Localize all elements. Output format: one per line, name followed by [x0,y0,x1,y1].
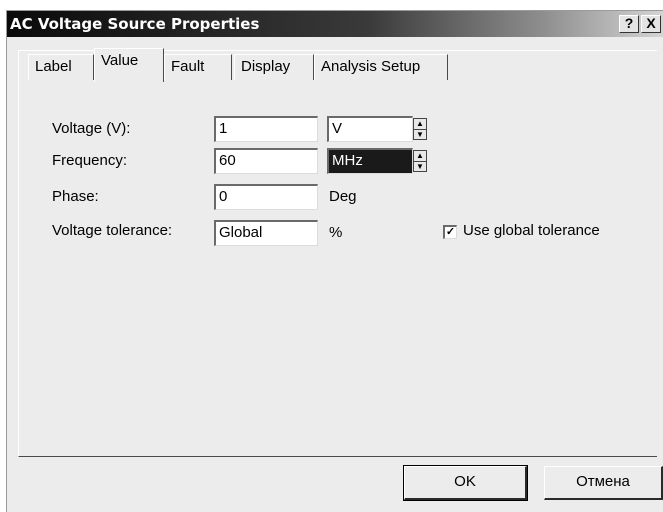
voltage-unit-spinner[interactable]: ▲ ▼ [413,118,427,140]
phase-input[interactable]: 0 [214,184,318,210]
phase-label: Phase: [52,188,99,205]
title-bar[interactable]: AC Voltage Source Properties ? X [7,11,663,37]
frequency-input[interactable]: 60 [214,148,318,174]
ok-button[interactable]: OK [403,465,528,501]
checkmark-icon: ✓ [445,226,456,238]
voltage-unit-field[interactable]: V [327,116,413,142]
help-button[interactable]: ? [619,15,639,33]
voltage-tolerance-input[interactable]: Global [214,220,318,246]
frequency-unit-spinner[interactable]: ▲ ▼ [413,150,427,172]
voltage-label: Voltage (V): [52,120,131,137]
spin-up-icon[interactable]: ▲ [414,151,426,162]
frequency-unit-field[interactable]: MHz [327,148,413,174]
voltage-tolerance-label: Voltage tolerance: [52,222,173,239]
frequency-label: Frequency: [52,152,128,169]
tab-value[interactable]: Value [94,48,164,82]
use-global-tolerance-label[interactable]: Use global tolerance [463,222,600,239]
phase-unit: Deg [329,188,357,205]
spin-up-icon[interactable]: ▲ [414,119,426,130]
spin-down-icon[interactable]: ▼ [414,130,426,140]
spin-down-icon[interactable]: ▼ [414,162,426,172]
use-global-tolerance-checkbox[interactable]: ✓ [443,225,457,239]
cancel-button[interactable]: Отмена [544,466,663,500]
window-title: AC Voltage Source Properties [10,15,260,33]
close-button[interactable]: X [641,15,661,33]
value-tab-panel [18,50,657,457]
tolerance-unit: % [329,224,343,241]
voltage-input[interactable]: 1 [214,116,318,142]
